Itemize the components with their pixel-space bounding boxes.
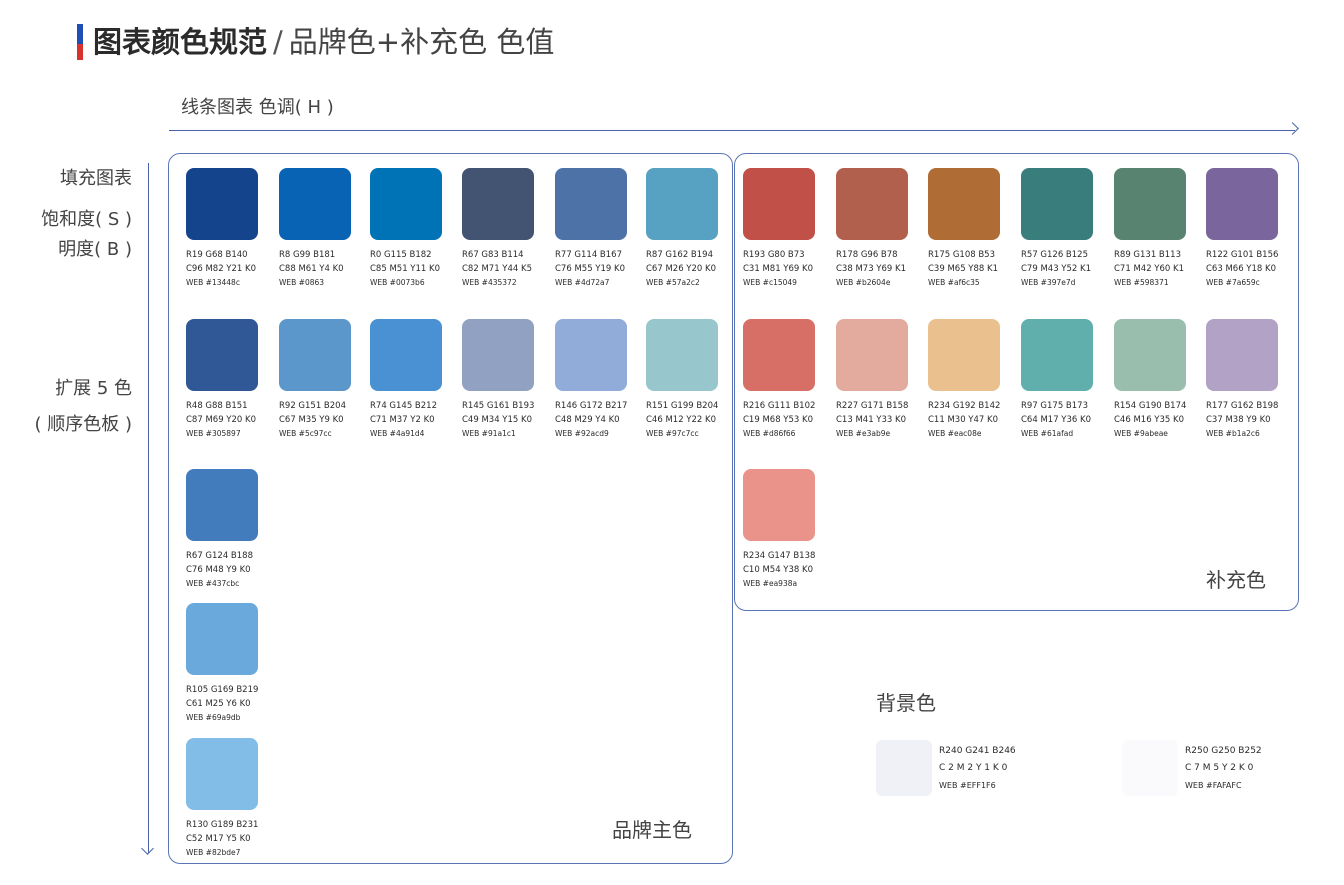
- rgb-value: R105 G169 B219: [186, 685, 259, 695]
- color-chip: [928, 319, 1000, 391]
- cmyk-value: C52 M17 Y5 K0: [186, 834, 251, 844]
- web-value: WEB #EFF1F6: [939, 781, 996, 790]
- brand-panel-label: 品牌主色: [612, 818, 692, 842]
- background-color-heading: 背景色: [876, 691, 936, 715]
- color-chip: [743, 319, 815, 391]
- color-chip: [186, 738, 258, 810]
- cmyk-value: C76 M48 Y9 K0: [186, 565, 251, 575]
- side-label-brightness: 明度( B ): [58, 239, 132, 260]
- page-title-main: 图表颜色规范: [93, 25, 268, 59]
- side-label-extend: 扩展 5 色: [55, 378, 132, 399]
- rgb-value: R240 G241 B246: [939, 746, 1016, 756]
- cmyk-value: C10 M54 Y38 K0: [743, 565, 813, 575]
- web-value: WEB #b1a2c6: [1206, 429, 1260, 438]
- color-chip: [462, 319, 534, 391]
- color-chip: [462, 168, 534, 240]
- side-label-saturation: 饱和度( S ): [41, 209, 132, 230]
- web-value: WEB #7a659c: [1206, 278, 1260, 287]
- color-chip: [370, 168, 442, 240]
- color-chip: [1206, 168, 1278, 240]
- background-color-values: R250 G250 B252 C 7 M 5 Y 2 K 0 WEB #FAFAFC: [1185, 743, 1262, 794]
- vertical-axis-line: [148, 163, 149, 853]
- color-values: R130 G189 B231 C52 M17 Y5 K0 WEB #82bde7: [186, 818, 316, 860]
- supplement-secondary-swatch: R177 G162 B198 C37 M38 Y9 K0 WEB #b1a2c6: [1206, 319, 1336, 441]
- side-label-fill-chart: 填充图表: [60, 168, 132, 189]
- rgb-value: R234 G147 B138: [743, 551, 816, 561]
- vertical-axis-arrow-icon: [141, 842, 154, 855]
- color-chip: [370, 319, 442, 391]
- cmyk-value: C 2 M 2 Y 1 K 0: [939, 763, 1008, 773]
- page-title: 图表颜色规范 / 品牌色+补充色 色值: [93, 22, 554, 62]
- supplement-sequence-swatch: R234 G147 B138 C10 M54 Y38 K0 WEB #ea938a: [743, 469, 873, 591]
- rgb-value: R130 G189 B231: [186, 820, 259, 830]
- color-chip: [836, 319, 908, 391]
- cmyk-value: C37 M38 Y9 K0: [1206, 415, 1271, 425]
- color-chip: [186, 469, 258, 541]
- title-accent-bar: [77, 24, 83, 60]
- color-chip: [1021, 168, 1093, 240]
- web-value: WEB #FAFAFC: [1185, 781, 1242, 790]
- supplement-primary-swatch: R122 G101 B156 C63 M66 Y18 K0 WEB #7a659c: [1206, 168, 1336, 290]
- cmyk-value: C 7 M 5 Y 2 K 0: [1185, 763, 1254, 773]
- color-chip: [555, 319, 627, 391]
- brand-sequence-swatch: R105 G169 B219 C61 M25 Y6 K0 WEB #69a9db: [186, 603, 316, 725]
- background-color-values: R240 G241 B246 C 2 M 2 Y 1 K 0 WEB #EFF1F6: [939, 743, 1016, 794]
- cmyk-value: C61 M25 Y6 K0: [186, 699, 251, 709]
- supplement-panel-label: 补充色: [1206, 568, 1266, 592]
- color-chip: [186, 603, 258, 675]
- rgb-value: R250 G250 B252: [1185, 746, 1262, 756]
- color-chip: [646, 168, 718, 240]
- color-chip: [928, 168, 1000, 240]
- color-chip: [555, 168, 627, 240]
- color-chip: [1114, 168, 1186, 240]
- page-title-sub: 品牌色+补充色 色值: [288, 25, 555, 59]
- web-value: WEB #ea938a: [743, 579, 798, 588]
- side-label-sequential: ( 顺序色板 ): [34, 414, 133, 435]
- horizontal-axis-arrow-icon: [1286, 122, 1299, 135]
- color-values: R234 G147 B138 C10 M54 Y38 K0 WEB #ea938a: [743, 549, 873, 591]
- horizontal-axis-label: 线条图表 色调( H ): [181, 97, 334, 118]
- color-chip: [836, 168, 908, 240]
- page-title-separator: /: [273, 25, 283, 59]
- color-values: R105 G169 B219 C61 M25 Y6 K0 WEB #69a9db: [186, 683, 316, 725]
- color-chip: [743, 168, 815, 240]
- rgb-value: R177 G162 B198: [1206, 401, 1279, 411]
- color-chip: [279, 168, 351, 240]
- color-chip: [279, 319, 351, 391]
- background-color-chip: [876, 740, 932, 796]
- color-chip: [1114, 319, 1186, 391]
- brand-sequence-swatch: R67 G124 B188 C76 M48 Y9 K0 WEB #437cbc: [186, 469, 316, 591]
- color-chip: [1021, 319, 1093, 391]
- color-values: R67 G124 B188 C76 M48 Y9 K0 WEB #437cbc: [186, 549, 316, 591]
- horizontal-axis-line: [169, 130, 1295, 131]
- rgb-value: R122 G101 B156: [1206, 250, 1279, 260]
- web-value: WEB #437cbc: [186, 579, 240, 588]
- color-chip: [1206, 319, 1278, 391]
- web-value: WEB #82bde7: [186, 848, 241, 857]
- color-values: R122 G101 B156 C63 M66 Y18 K0 WEB #7a659c: [1206, 248, 1336, 290]
- background-color-chip: [1122, 740, 1178, 796]
- brand-sequence-swatch: R130 G189 B231 C52 M17 Y5 K0 WEB #82bde7: [186, 738, 316, 860]
- color-chip: [186, 168, 258, 240]
- cmyk-value: C63 M66 Y18 K0: [1206, 264, 1276, 274]
- web-value: WEB #69a9db: [186, 713, 241, 722]
- color-chip: [186, 319, 258, 391]
- color-chip: [646, 319, 718, 391]
- rgb-value: R67 G124 B188: [186, 551, 253, 561]
- color-chip: [743, 469, 815, 541]
- color-values: R177 G162 B198 C37 M38 Y9 K0 WEB #b1a2c6: [1206, 399, 1336, 441]
